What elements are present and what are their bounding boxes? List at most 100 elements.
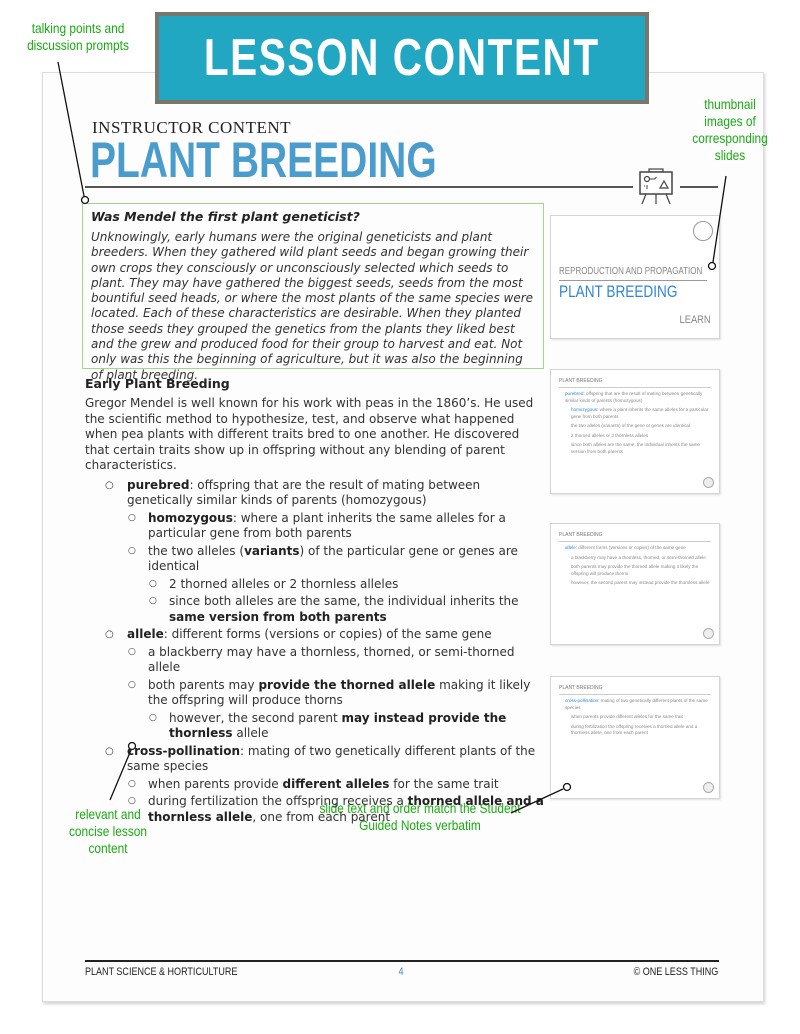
slide-text: the two alleles (variants) of the gene o… [571, 423, 690, 428]
owl-logo-icon [693, 221, 713, 241]
bullet-item: ○ when parents provide different alleles … [85, 777, 545, 793]
footer-rule [85, 960, 719, 962]
slide-line: purebred: offspring that are the result … [559, 391, 711, 404]
slide-text: different forms (versions or copies) of … [577, 545, 686, 550]
bullet-text: during fertilization the offspring recei… [148, 794, 408, 808]
annotation-thumbnails: thumbnail images of corresponding slides [692, 96, 768, 163]
bullet-text: however, the second parent [169, 710, 342, 725]
bullet-term: homozygous [148, 510, 233, 525]
callout-question: Was Mendel the first plant geneticist? [91, 209, 360, 224]
page-number: 4 [398, 966, 404, 978]
bullet-text: , one from each parent [252, 809, 391, 824]
section-intro: Gregor Mendel is well known for his work… [85, 396, 534, 472]
slide-learn-label: LEARN [679, 314, 711, 326]
bullet-item: ○ allele: different forms (versions or co… [85, 627, 545, 643]
bullet-item: ○ the two alleles (variants) of the parti… [85, 544, 545, 575]
slide-term: cross-pollination: [565, 698, 600, 703]
bullet-circle-icon: ○ [105, 745, 114, 757]
slide-term: homozygous: [571, 407, 599, 412]
bullet-circle-icon: ○ [128, 646, 136, 657]
bullet-text: for the same trait [389, 776, 499, 791]
slide-line: during fertilization the offspring recei… [559, 724, 711, 737]
slide-line: since both alleles are the same, the ind… [559, 442, 711, 455]
slide-logo-icon [703, 628, 714, 639]
bullet-text: allele [232, 726, 269, 740]
bullet-circle-icon: ○ [128, 512, 136, 523]
slide-line: when parents provide different alleles f… [559, 714, 711, 721]
bullet-term: variants [244, 543, 300, 558]
bullet-item: ○ since both alleles are the same, the in… [85, 594, 545, 625]
slide-thumbnail-title[interactable]: REPRODUCTION AND PROPAGATION PLANT BREED… [550, 215, 720, 339]
bullet-text: : different forms (versions or copies) o… [163, 627, 492, 641]
slide-line: a blackberry may have a thornless, thorn… [559, 555, 711, 562]
bullet-item: ○ a blackberry may have a thornless, thor… [85, 645, 545, 676]
slide-thumbnail-1[interactable]: PLANT BREEDING purebred: offspring that a… [550, 369, 720, 494]
bullet-term: provide the thorned allele [258, 677, 436, 692]
lesson-body: Early Plant Breeding Gregor Mendel is we… [85, 376, 545, 827]
lesson-content-banner: LESSON CONTENT [155, 12, 649, 104]
slide-subtitle: REPRODUCTION AND PROPAGATION [559, 266, 703, 277]
discussion-callout: Was Mendel the first plant geneticist? U… [82, 203, 544, 382]
bullet-item: ○ homozygous: where a plant inherits the … [85, 511, 545, 542]
bullet-text: 2 thorned alleles or 2 thornless alleles [169, 576, 399, 591]
bullet-list: ○ purebred: offspring that are the result… [85, 478, 545, 826]
page-title: PLANT BREEDING [90, 132, 437, 188]
bullet-term: same version from both parents [169, 609, 387, 624]
slide-text: since both alleles are the same, the ind… [571, 442, 700, 454]
bullet-text: both parents may [148, 677, 259, 692]
slide-text: 2 thorned alleles or 2 thornless alleles [571, 432, 649, 438]
slide-line: allele: different forms (versions or cop… [559, 545, 711, 552]
slide-term: purebred: [565, 391, 585, 396]
slide-header: PLANT BREEDING [559, 685, 711, 695]
header-rule-right [680, 186, 718, 188]
bullet-text: a blackberry may have a thornless, thorn… [148, 644, 515, 675]
slide-divider [559, 280, 707, 281]
slide-thumbnail-3[interactable]: PLANT BREEDING cross-pollination: mating … [550, 676, 720, 799]
bullet-circle-icon: ○ [128, 679, 136, 690]
bullet-circle-icon: ○ [128, 545, 136, 556]
bullet-circle-icon: ○ [105, 479, 114, 491]
slide-header: PLANT BREEDING [559, 532, 711, 542]
bullet-circle-icon: ○ [149, 712, 157, 723]
slide-term: allele: [565, 545, 578, 550]
bullet-text: when parents provide [148, 776, 283, 791]
bullet-item: ○ 2 thorned alleles or 2 thornless allele… [85, 577, 545, 593]
bullet-term: cross-pollination [127, 743, 240, 758]
slide-thumbnail-2[interactable]: PLANT BREEDING allele: different forms (v… [550, 523, 720, 645]
slide-text: during fertilization the offspring recei… [571, 723, 698, 736]
slide-title: PLANT BREEDING [559, 282, 678, 301]
slide-line: both parents may provide the thorned all… [559, 564, 711, 577]
slide-text: offspring that are the result of mating … [565, 391, 703, 403]
bullet-item: ○ purebred: offspring that are the result… [85, 478, 545, 509]
slide-text: both parents may provide the thorned all… [571, 564, 699, 576]
bullet-item: ○ cross-pollination: mating of two geneti… [85, 744, 545, 775]
slide-text: when parents provide different alleles f… [571, 714, 683, 719]
bullet-item: ○ both parents may provide the thorned al… [85, 678, 545, 709]
section-heading: Early Plant Breeding [85, 376, 230, 391]
slide-text: however, the second parent may instead p… [571, 580, 710, 585]
slide-line: the two alleles (variants) of the gene o… [559, 423, 711, 430]
slide-line: 2 thorned alleles or 2 thornless alleles [559, 433, 711, 440]
bullet-term: allele [127, 627, 164, 641]
slide-logo-icon [703, 477, 714, 488]
bullet-term: purebred [127, 477, 190, 492]
slide-line: cross-pollination: mating of two genetic… [559, 698, 711, 711]
slide-logo-icon [703, 782, 714, 793]
bullet-term: different alleles [282, 776, 390, 791]
bullet-circle-icon: ○ [128, 796, 136, 806]
slide-line: however, the second parent may instead p… [559, 580, 711, 587]
bullet-item: ○ however, the second parent may instead … [85, 711, 545, 742]
footer-course: PLANT SCIENCE & HORTICULTURE [85, 966, 238, 978]
slide-text: a blackberry may have a thornless, thorn… [571, 554, 706, 560]
slide-line: homozygous: where a plant inherits the s… [559, 407, 711, 420]
slide-header: PLANT BREEDING [559, 378, 711, 388]
annotation-talking-points: talking points and discussion prompts [27, 20, 129, 53]
header-rule-left [85, 186, 633, 188]
bullet-circle-icon: ○ [149, 578, 157, 589]
bullet-circle-icon: ○ [128, 778, 136, 789]
footer-copyright: © ONE LESS THING [633, 966, 718, 978]
banner-title: LESSON CONTENT [204, 29, 600, 87]
bullet-circle-icon: ○ [105, 629, 114, 640]
bullet-text: since both alleles are the same, the ind… [169, 594, 519, 608]
callout-paragraph: Unknowingly, early humans were the origi… [91, 230, 534, 382]
